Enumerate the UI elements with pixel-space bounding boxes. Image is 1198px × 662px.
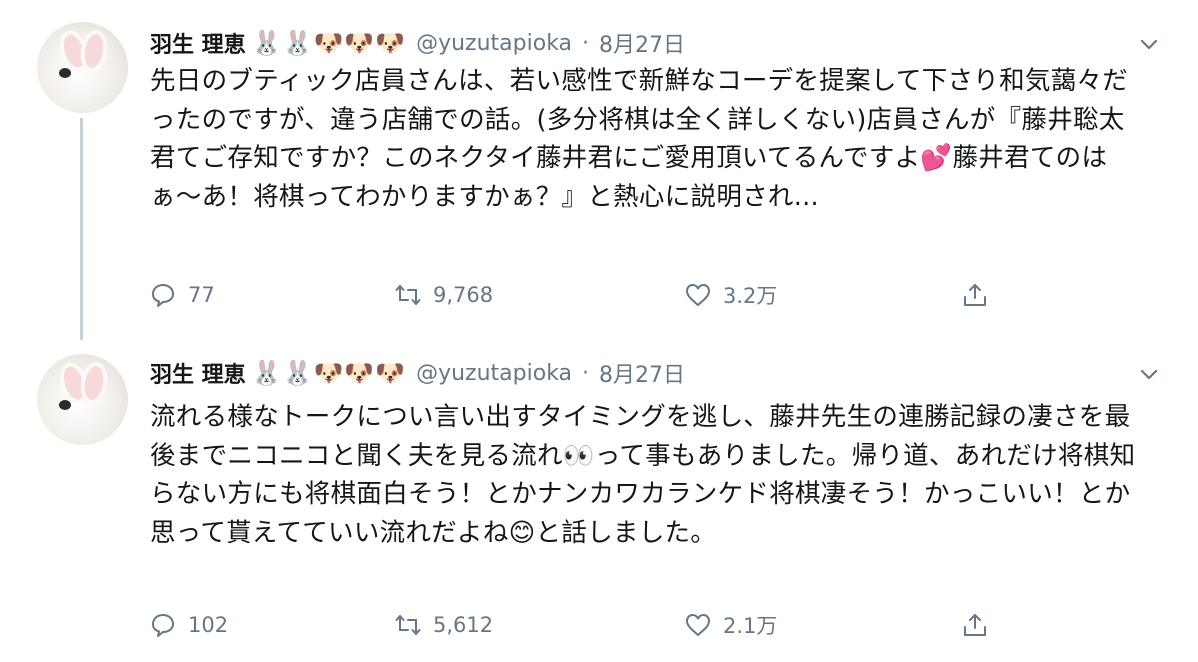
share-button[interactable] bbox=[962, 610, 988, 640]
share-button[interactable] bbox=[962, 280, 988, 310]
reply-button[interactable]: 77 bbox=[150, 280, 215, 310]
display-name[interactable]: 羽生 理恵 bbox=[150, 27, 246, 59]
tweet-date[interactable]: 8月27日 bbox=[599, 27, 685, 59]
tweet-header: 羽生 理恵 🐰🐰🐶🐶🐶 @yuzutapioka · 8月27日 bbox=[150, 28, 685, 58]
tweet-actions: 77 9,768 3.2万 bbox=[150, 280, 1050, 310]
retweet-count: 5,612 bbox=[433, 613, 494, 637]
reply-button[interactable]: 102 bbox=[150, 610, 228, 640]
retweet-arrows-icon bbox=[395, 285, 421, 305]
retweet-arrows-icon bbox=[395, 615, 421, 635]
speech-bubble-icon bbox=[152, 614, 174, 637]
user-handle[interactable]: @yuzutapioka bbox=[416, 31, 572, 56]
separator-dot: · bbox=[582, 360, 590, 386]
reply-count: 77 bbox=[188, 283, 215, 307]
thread-connector-line bbox=[80, 118, 83, 340]
avatar[interactable] bbox=[37, 354, 128, 445]
user-handle[interactable]: @yuzutapioka bbox=[416, 361, 572, 386]
share-upload-icon bbox=[964, 614, 986, 636]
heart-icon bbox=[686, 614, 710, 636]
more-options-button[interactable] bbox=[1138, 364, 1160, 386]
like-button[interactable]: 2.1万 bbox=[685, 610, 777, 640]
display-name-emojis: 🐰🐰🐶🐶🐶 bbox=[251, 29, 407, 57]
more-options-button[interactable] bbox=[1138, 34, 1160, 56]
like-count: 2.1万 bbox=[723, 614, 778, 638]
separator-dot: · bbox=[582, 30, 590, 56]
retweet-count: 9,768 bbox=[433, 283, 494, 307]
reply-count: 102 bbox=[188, 613, 229, 637]
speech-bubble-icon bbox=[152, 284, 174, 307]
avatar-rabbit-eye bbox=[59, 400, 71, 410]
tweet-header: 羽生 理恵 🐰🐰🐶🐶🐶 @yuzutapioka · 8月27日 bbox=[150, 358, 685, 388]
tweet[interactable]: 羽生 理恵 🐰🐰🐶🐶🐶 @yuzutapioka · 8月27日 先日のブティッ… bbox=[0, 0, 1198, 340]
like-count: 3.2万 bbox=[723, 284, 778, 308]
tweet-actions: 102 5,612 2.1万 bbox=[150, 610, 1050, 640]
tweet-text: 流れる様なトークについ言い出すタイミングを逃し、藤井先生の連勝記録の凄さを最後ま… bbox=[150, 402, 1136, 548]
tweet-date[interactable]: 8月27日 bbox=[599, 357, 685, 389]
share-upload-icon bbox=[964, 284, 986, 306]
retweet-button[interactable]: 9,768 bbox=[395, 280, 493, 310]
display-name[interactable]: 羽生 理恵 bbox=[150, 357, 246, 389]
display-name-emojis: 🐰🐰🐶🐶🐶 bbox=[251, 359, 407, 387]
avatar[interactable] bbox=[37, 22, 128, 113]
chevron-down-icon bbox=[1140, 369, 1158, 380]
avatar-rabbit-eye bbox=[59, 68, 71, 78]
retweet-button[interactable]: 5,612 bbox=[395, 610, 493, 640]
like-button[interactable]: 3.2万 bbox=[685, 280, 777, 310]
tweet[interactable]: 羽生 理恵 🐰🐰🐶🐶🐶 @yuzutapioka · 8月27日 流れる様なトー… bbox=[0, 340, 1198, 662]
heart-icon bbox=[686, 284, 710, 306]
tweet-text: 先日のブティック店員さんは、若い感性で新鮮なコーデを提案して下さり和気藹々だった… bbox=[150, 66, 1129, 212]
chevron-down-icon bbox=[1140, 39, 1158, 50]
